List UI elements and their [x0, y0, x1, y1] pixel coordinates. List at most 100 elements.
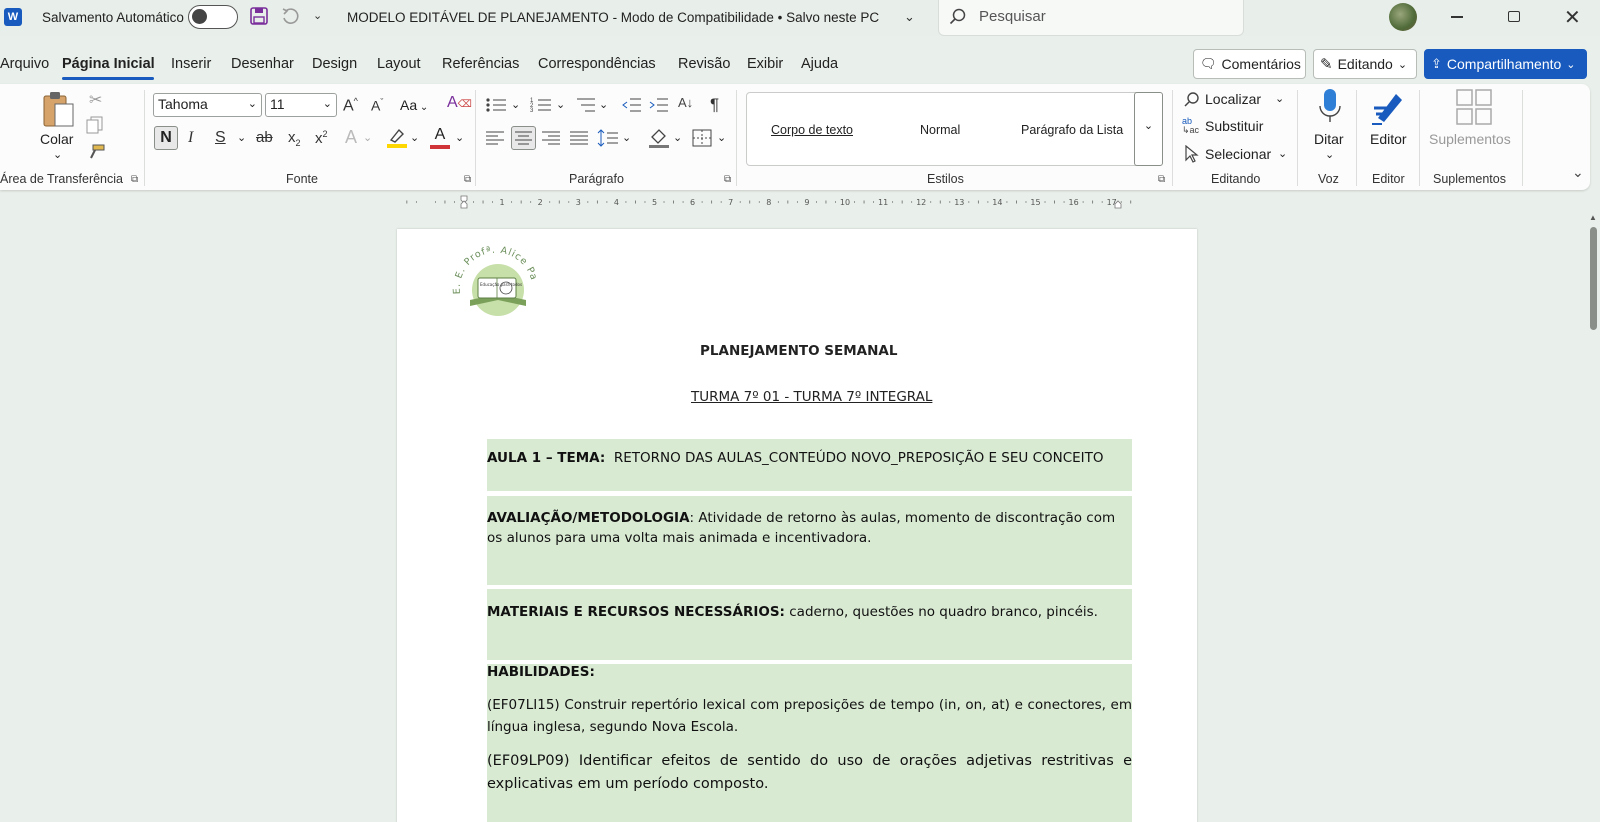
change-case-button[interactable]: Aa ⌄ [400, 97, 428, 113]
clear-formatting-icon[interactable]: A⌫ [447, 95, 472, 111]
increase-indent-icon[interactable] [649, 96, 669, 119]
tab-pagina-inicial[interactable]: Página Inicial [62, 56, 155, 72]
underline-button[interactable]: S [215, 130, 226, 146]
replace-label[interactable]: Substituir [1205, 118, 1263, 134]
addins-label[interactable]: Suplementos [1429, 131, 1511, 147]
strikethrough-button[interactable]: ab [256, 130, 273, 145]
select-label[interactable]: Selecionar [1205, 146, 1271, 162]
word-logo-icon[interactable]: W [4, 8, 22, 26]
grow-font-icon[interactable]: A^ [343, 97, 358, 114]
format-painter-icon[interactable] [87, 144, 105, 165]
share-button[interactable]: ⇪ Compartilhamento ⌄ [1424, 49, 1587, 79]
tab-layout[interactable]: Layout [377, 56, 421, 72]
borders-dropdown-icon[interactable]: ⌄ [717, 131, 726, 144]
bold-button[interactable]: N [154, 126, 178, 150]
underline-dropdown-icon[interactable]: ⌄ [237, 131, 246, 144]
microphone-icon[interactable] [1318, 88, 1342, 129]
habilidade-paragraph-2[interactable]: (EF09LP09) Identificar efeitos de sentid… [487, 750, 1132, 796]
font-color-dropdown-icon[interactable]: ⌄ [455, 131, 464, 144]
collapse-ribbon-icon[interactable]: ⌄ [1572, 164, 1584, 181]
multilevel-list-icon[interactable] [575, 96, 597, 119]
autosave-toggle[interactable] [188, 5, 238, 29]
align-left-icon[interactable] [485, 130, 505, 151]
multilevel-dropdown-icon[interactable]: ⌄ [599, 98, 608, 111]
undo-icon[interactable] [280, 6, 300, 31]
numbering-dropdown-icon[interactable]: ⌄ [556, 98, 565, 111]
avaliacao-paragraph[interactable]: AVALIAÇÃO/METODOLOGIA: Atividade de reto… [487, 508, 1132, 548]
shading-icon[interactable] [648, 127, 670, 154]
align-right-icon[interactable] [541, 130, 561, 151]
comments-button[interactable]: 🗨 Comentários [1193, 49, 1306, 79]
tab-ajuda[interactable]: Ajuda [801, 56, 838, 72]
find-dropdown-icon[interactable]: ⌄ [1275, 92, 1284, 105]
minimize-icon[interactable] [1451, 16, 1463, 18]
style-normal[interactable]: Normal [920, 123, 960, 137]
tab-arquivo[interactable]: Arquivo [0, 56, 49, 72]
quick-access-chevron-icon[interactable]: ⌄ [313, 9, 322, 22]
align-center-button[interactable] [511, 126, 536, 150]
title-dropdown-icon[interactable]: ⌄ [904, 9, 915, 25]
save-icon[interactable] [250, 7, 268, 30]
aula-paragraph[interactable]: AULA 1 – TEMA: RETORNO DAS AULAS_CONTEÚD… [487, 448, 1132, 468]
scroll-up-icon[interactable]: ▲ [1589, 213, 1597, 222]
font-name-combo[interactable]: Tahoma ⌄ [153, 93, 262, 117]
styles-more-button[interactable]: ⌄ [1134, 92, 1163, 166]
select-cursor-icon[interactable] [1184, 144, 1200, 168]
highlight-dropdown-icon[interactable]: ⌄ [410, 131, 419, 144]
decrease-indent-icon[interactable] [622, 96, 642, 119]
tab-revisao[interactable]: Revisão [678, 56, 730, 72]
bullets-icon[interactable] [485, 96, 507, 119]
shrink-font-icon[interactable]: Aˇ [371, 98, 383, 113]
tab-referencias[interactable]: Referências [442, 56, 519, 72]
paragraph-launcher-icon[interactable]: ⧉ [724, 174, 731, 185]
copy-icon[interactable] [86, 116, 104, 139]
line-spacing-icon[interactable] [597, 128, 619, 153]
text-effects-dropdown-icon[interactable]: ⌄ [363, 131, 372, 144]
tab-desenhar[interactable]: Desenhar [231, 56, 294, 72]
select-dropdown-icon[interactable]: ⌄ [1278, 147, 1287, 160]
borders-icon[interactable] [692, 129, 712, 152]
shading-dropdown-icon[interactable]: ⌄ [673, 131, 682, 144]
dictate-label[interactable]: Ditar [1314, 131, 1344, 147]
search-box[interactable]: Pesquisar [938, 0, 1244, 36]
tab-inserir[interactable]: Inserir [171, 56, 211, 72]
cut-icon[interactable]: ✂ [89, 90, 102, 110]
superscript-button[interactable]: x2 [315, 130, 328, 147]
clipboard-launcher-icon[interactable]: ⧉ [131, 174, 138, 185]
justify-icon[interactable] [569, 130, 589, 151]
text-effects-icon[interactable]: A [345, 128, 357, 146]
restore-icon[interactable] [1508, 11, 1520, 22]
font-launcher-icon[interactable]: ⧉ [464, 174, 471, 185]
scroll-thumb[interactable] [1590, 227, 1597, 330]
bullets-dropdown-icon[interactable]: ⌄ [511, 98, 520, 111]
find-label[interactable]: Localizar [1205, 91, 1261, 107]
tab-exibir[interactable]: Exibir [747, 56, 783, 72]
document-title[interactable]: MODELO EDITÁVEL DE PLANEJAMENTO - Modo d… [347, 10, 879, 25]
editor-label[interactable]: Editor [1370, 131, 1407, 147]
materiais-paragraph[interactable]: MATERIAIS E RECURSOS NECESSÁRIOS: cadern… [487, 602, 1132, 622]
paste-label[interactable]: Colar [40, 131, 73, 147]
hanging-indent-marker[interactable] [460, 200, 468, 209]
horizontal-ruler[interactable]: 1 2 3 4 5 6 7 8 9 10 11 12 13 14 15 16 17 [393, 195, 1200, 209]
paste-icon[interactable] [42, 90, 76, 135]
style-paragrafo-da-lista[interactable]: Parágrafo da Lista [1021, 123, 1123, 137]
habilidade-paragraph-1[interactable]: (EF07LI15) Construir repertório lexical … [487, 694, 1132, 738]
line-spacing-dropdown-icon[interactable]: ⌄ [622, 131, 631, 144]
tab-design[interactable]: Design [312, 56, 357, 72]
subscript-button[interactable]: x2 [288, 130, 301, 148]
addins-grid-icon[interactable] [1456, 89, 1492, 130]
find-icon[interactable] [1183, 91, 1201, 114]
paste-dropdown-icon[interactable]: ⌄ [53, 148, 62, 161]
editor-pen-icon[interactable] [1370, 88, 1408, 131]
styles-launcher-icon[interactable]: ⧉ [1158, 174, 1165, 185]
tab-correspondencias[interactable]: Correspondências [538, 56, 656, 72]
sort-icon[interactable]: A↓ [678, 95, 693, 110]
avatar[interactable] [1389, 3, 1417, 31]
habilidades-heading[interactable]: HABILIDADES: [487, 662, 1132, 682]
font-size-combo[interactable]: 11 ⌄ [265, 93, 337, 117]
replace-icon[interactable]: ab ↳ac [1182, 117, 1199, 135]
font-color-button[interactable]: A [429, 126, 451, 150]
pilcrow-icon[interactable]: ¶ [710, 96, 719, 113]
dictate-dropdown-icon[interactable]: ⌄ [1325, 148, 1334, 161]
numbering-icon[interactable]: 123 [530, 96, 552, 119]
